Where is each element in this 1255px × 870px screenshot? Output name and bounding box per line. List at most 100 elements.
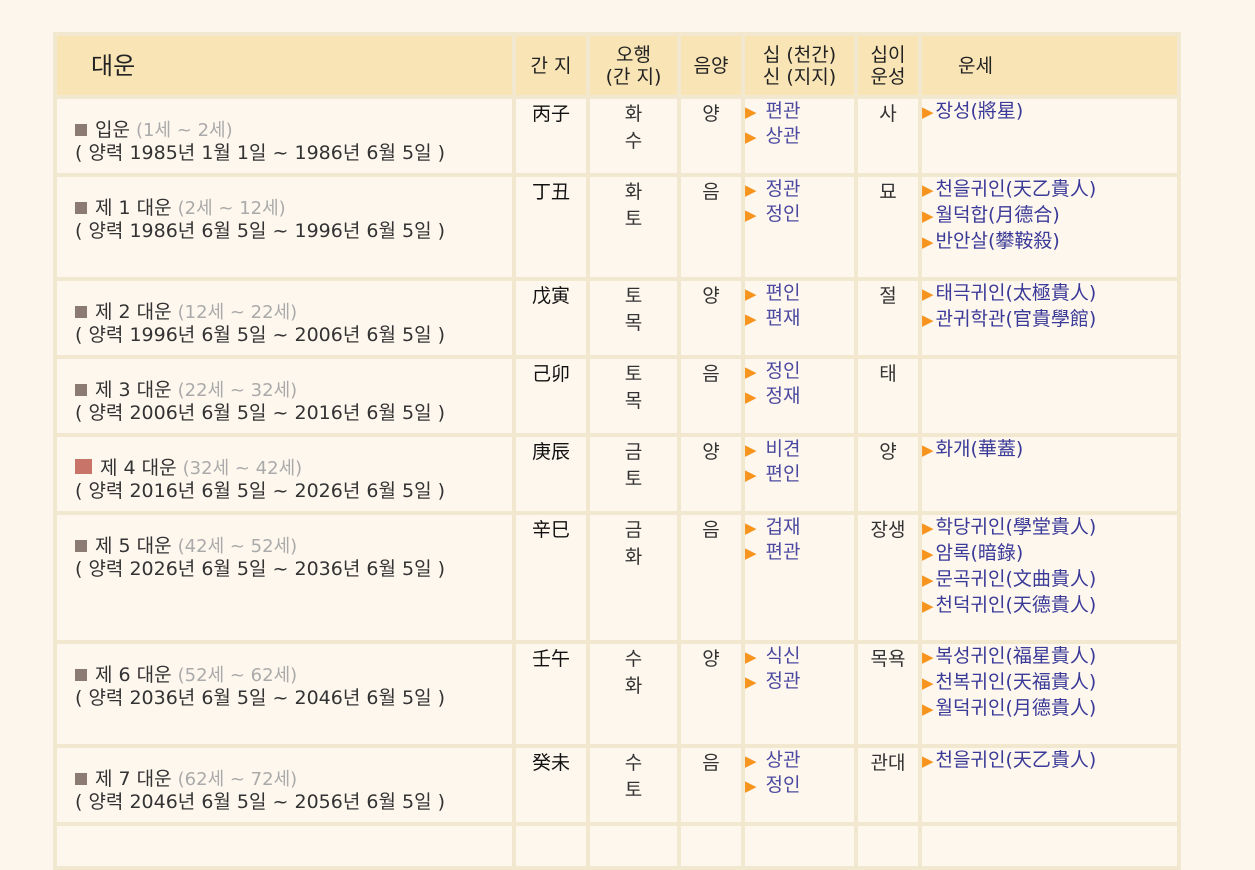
sipsin-item: ▶ 정관 (745, 669, 854, 694)
table-row: 입운 (1세 ~ 2세)( 양력 1985년 1월 1일 ~ 1986년 6월 … (57, 99, 1177, 173)
table-row: 제 4 대운 (32세 ~ 42세)( 양력 2016년 6월 5일 ~ 202… (57, 437, 1177, 511)
daeun-cell: 입운 (1세 ~ 2세)( 양력 1985년 1월 1일 ~ 1986년 6월 … (57, 99, 512, 173)
ohaeng-heavenly: 화 (624, 181, 643, 203)
unse-label[interactable]: 천을귀인(天乙貴人) (936, 178, 1097, 200)
unse-cell (922, 359, 1177, 433)
daeun-name: 제 1 대운 (95, 197, 172, 219)
table-row: 제 2 대운 (12세 ~ 22세)( 양력 1996년 6월 5일 ~ 200… (57, 281, 1177, 355)
daeun-info: 제 6 대운 (52세 ~ 62세)( 양력 2036년 6월 5일 ~ 204… (57, 644, 512, 709)
daeun-info: 제 2 대운 (12세 ~ 22세)( 양력 1996년 6월 5일 ~ 200… (57, 281, 512, 346)
unse-label[interactable]: 천덕귀인(天德貴人) (936, 594, 1097, 616)
eumyang-cell: 음 (681, 515, 741, 640)
sibiunseong-cell: 사 (858, 99, 918, 173)
unse-cell: ▶ 장성(將星) (922, 99, 1177, 173)
header-eumyang: 음양 (681, 36, 741, 95)
ganji-cell: 壬午 (516, 644, 586, 744)
square-bullet-icon (75, 202, 87, 214)
unse-link[interactable]: ▶ 월덕합(月德合) (922, 203, 1177, 229)
sipsin-label: 상관 (765, 749, 801, 771)
square-bullet-icon (75, 540, 87, 552)
header-unse: 운세 (922, 36, 1177, 95)
unse-label[interactable]: 화개(華蓋) (936, 438, 1024, 460)
unse-link[interactable]: ▶ 화개(華蓋) (922, 437, 1177, 463)
unse-label[interactable]: 월덕합(月德合) (936, 204, 1060, 226)
daeun-title-line: 제 7 대운 (62세 ~ 72세) (75, 768, 512, 791)
ohaeng-earthly: 화 (624, 546, 643, 568)
unse-label[interactable]: 문곡귀인(文曲貴人) (936, 568, 1097, 590)
sipsin-label: 편관 (765, 541, 801, 563)
ohaeng-earthly: 수 (624, 130, 643, 152)
eumyang-cell: 양 (681, 281, 741, 355)
unse-link[interactable]: ▶ 천덕귀인(天德貴人) (922, 593, 1177, 619)
daeun-title-line: 입운 (1세 ~ 2세) (75, 119, 512, 142)
unse-link[interactable]: ▶ 천복귀인(天福貴人) (922, 670, 1177, 696)
ohaeng-heavenly: 금 (624, 519, 643, 541)
unse-label[interactable]: 암록(暗錄) (936, 542, 1024, 564)
sipsin-cell: ▶ 편인 ▶ 편재 (745, 281, 854, 355)
header-ohaeng: 오행 (간 지) (590, 36, 677, 95)
ganji-cell: 戊寅 (516, 281, 586, 355)
unse-link[interactable]: ▶ 천을귀인(天乙貴人) (922, 177, 1177, 203)
daeun-age: (52세 ~ 62세) (177, 665, 298, 686)
unse-link[interactable]: ▶ 장성(將星) (922, 99, 1177, 125)
daeun-info: 제 1 대운 (2세 ~ 12세)( 양력 1986년 6월 5일 ~ 1996… (57, 177, 512, 242)
triangle-right-icon: ▶ (745, 128, 757, 146)
unse-label[interactable]: 태극귀인(太極貴人) (936, 282, 1097, 304)
triangle-right-icon: ▶ (922, 752, 934, 770)
unse-link[interactable]: ▶ 관귀학관(官貴學館) (922, 307, 1177, 333)
unse-link[interactable]: ▶ 복성귀인(福星貴人) (922, 644, 1177, 670)
daeun-info: 입운 (1세 ~ 2세)( 양력 1985년 1월 1일 ~ 1986년 6월 … (57, 99, 512, 164)
daeun-info: 제 3 대운 (22세 ~ 32세)( 양력 2006년 6월 5일 ~ 201… (57, 359, 512, 424)
unse-link[interactable]: ▶ 천을귀인(天乙貴人) (922, 748, 1177, 774)
daeun-age: (32세 ~ 42세) (182, 458, 303, 479)
unse-label[interactable]: 관귀학관(官貴學館) (936, 308, 1097, 330)
current-square-bullet-icon (75, 459, 92, 474)
triangle-right-icon: ▶ (745, 310, 757, 328)
unse-link[interactable]: ▶ 태극귀인(太極貴人) (922, 281, 1177, 307)
empty-cell (590, 826, 677, 866)
daeun-age: (1세 ~ 2세) (136, 120, 233, 141)
daeun-name: 제 7 대운 (95, 768, 172, 790)
sipsin-label: 정관 (765, 178, 801, 200)
sipsin-item: ▶ 편인 (745, 281, 854, 306)
table-row-partial (57, 826, 1177, 866)
unse-link[interactable]: ▶ 월덕귀인(月德貴人) (922, 696, 1177, 722)
table-row: 제 3 대운 (22세 ~ 32세)( 양력 2006년 6월 5일 ~ 201… (57, 359, 1177, 433)
empty-cell (745, 826, 854, 866)
unse-label[interactable]: 학당귀인(學堂貴人) (936, 516, 1097, 538)
sipsin-item: ▶ 정인 (745, 202, 854, 227)
eumyang-cell: 양 (681, 99, 741, 173)
unse-label[interactable]: 천복귀인(天福貴人) (936, 671, 1097, 693)
square-bullet-icon (75, 384, 87, 396)
triangle-right-icon: ▶ (745, 206, 757, 224)
sipsin-item: ▶ 비견 (745, 437, 854, 462)
unse-label[interactable]: 반안살(攀鞍殺) (936, 230, 1060, 252)
unse-link[interactable]: ▶ 암록(暗錄) (922, 541, 1177, 567)
triangle-right-icon: ▶ (745, 181, 757, 199)
sipsin-cell: ▶ 상관 ▶ 정인 (745, 748, 854, 822)
unse-link[interactable]: ▶ 반안살(攀鞍殺) (922, 229, 1177, 255)
daeun-period: ( 양력 2046년 6월 5일 ~ 2056년 6월 5일 ) (75, 791, 446, 813)
square-bullet-icon (75, 124, 87, 136)
unse-cell: ▶ 태극귀인(太極貴人) ▶ 관귀학관(官貴學館) (922, 281, 1177, 355)
unse-label[interactable]: 복성귀인(福星貴人) (936, 645, 1097, 667)
unse-label[interactable]: 월덕귀인(月德貴人) (936, 697, 1097, 719)
daeun-name: 제 3 대운 (95, 379, 172, 401)
sipsin-item: ▶ 편인 (745, 462, 854, 487)
daeun-table-container: 대운 간 지 오행 (간 지) 음양 십 (천간) 신 (지지) 십이 운성 운… (53, 32, 1181, 870)
daeun-name: 제 4 대운 (100, 457, 177, 479)
unse-link[interactable]: ▶ 문곡귀인(文曲貴人) (922, 567, 1177, 593)
ganji-cell: 庚辰 (516, 437, 586, 511)
square-bullet-icon (75, 306, 87, 318)
unse-link[interactable]: ▶ 학당귀인(學堂貴人) (922, 515, 1177, 541)
ganji-cell: 己卯 (516, 359, 586, 433)
unse-label[interactable]: 천을귀인(天乙貴人) (936, 749, 1097, 771)
unse-label[interactable]: 장성(將星) (936, 100, 1024, 122)
triangle-right-icon: ▶ (922, 207, 934, 225)
ohaeng-earthly: 토 (624, 208, 643, 230)
ganji-cell: 癸未 (516, 748, 586, 822)
empty-cell (922, 826, 1177, 866)
sipsin-label: 편재 (765, 307, 801, 329)
sipsin-item: ▶ 겁재 (745, 515, 854, 540)
daeun-name: 제 2 대운 (95, 301, 172, 323)
